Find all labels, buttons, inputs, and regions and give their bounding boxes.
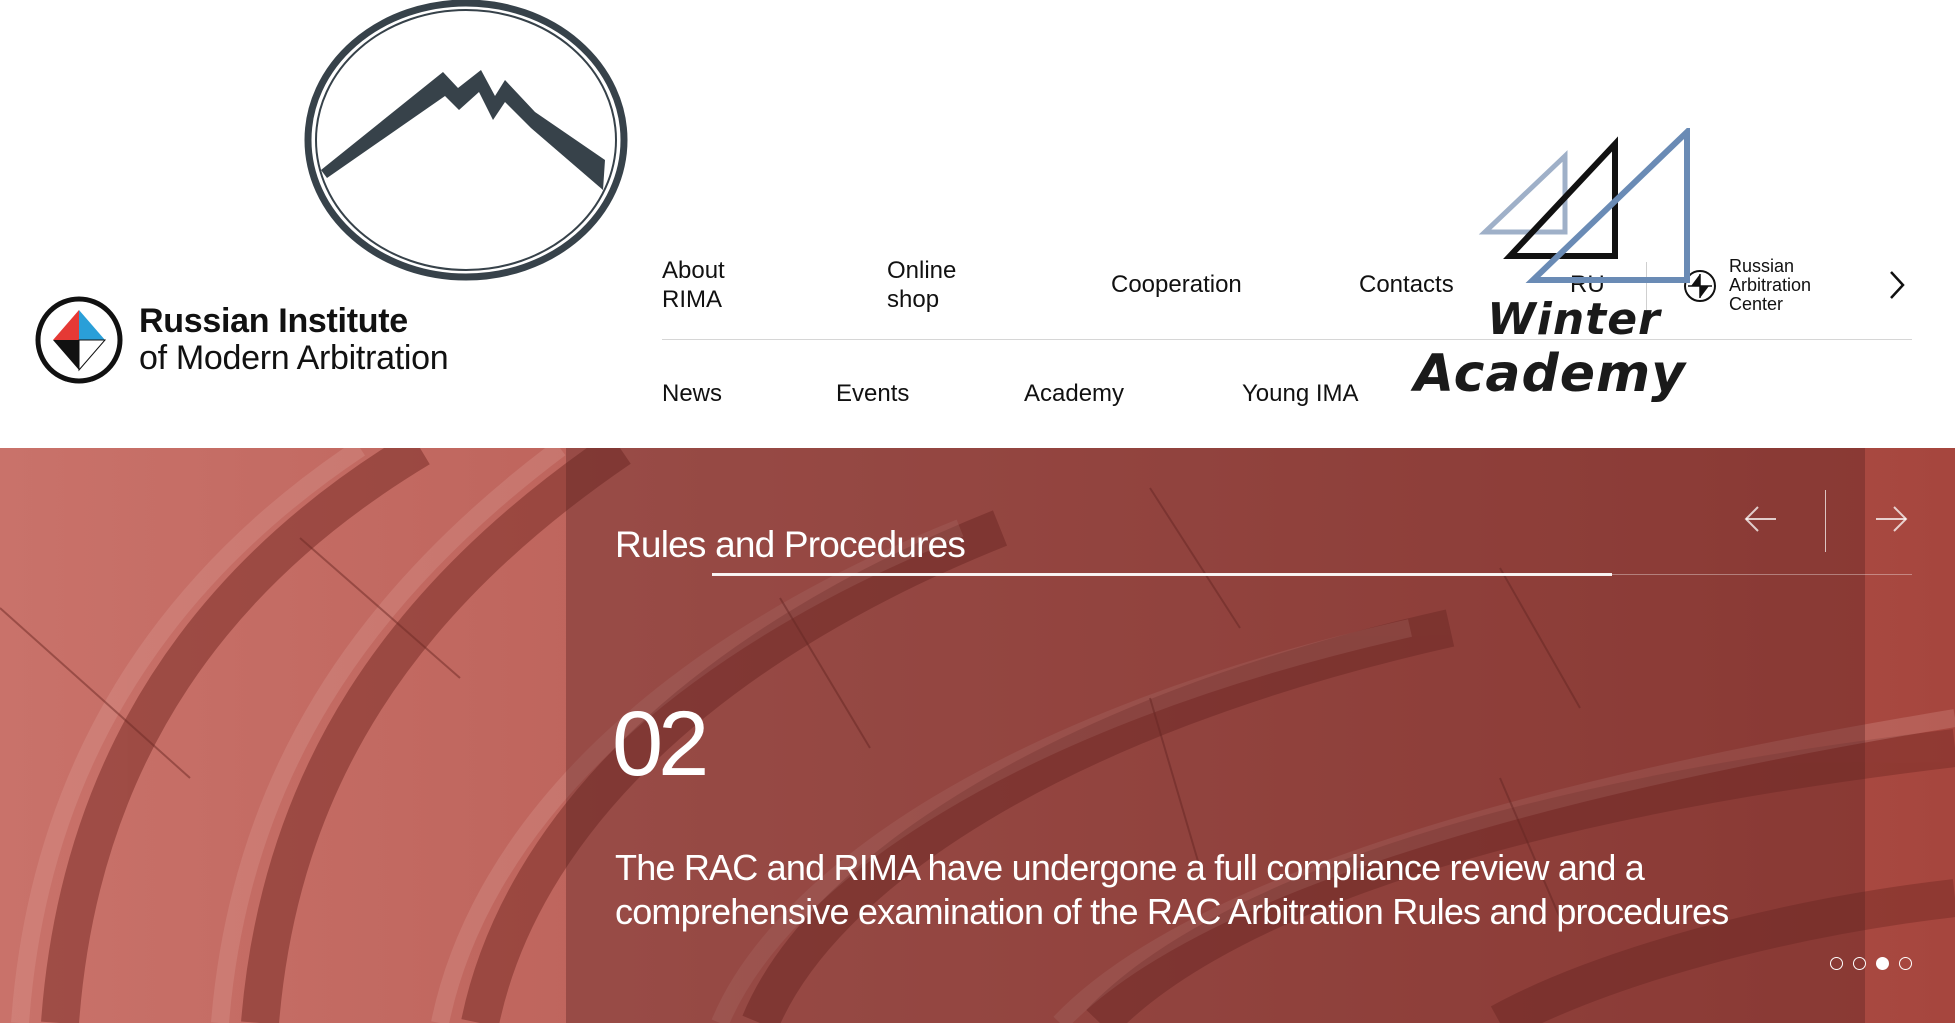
nav-events[interactable]: Events [836, 379, 909, 408]
nav-cooperation-label: Cooperation [1111, 271, 1242, 298]
nav-about-rima[interactable]: About RIMA [662, 256, 725, 314]
russian-arbitration-center-link[interactable]: Russian Arbitration Center [1683, 257, 1811, 314]
rac-label: Russian Arbitration Center [1729, 257, 1811, 314]
arrow-left-icon[interactable] [1740, 498, 1780, 540]
winter-academy-line2: Academy [1413, 344, 1687, 404]
nav-shop-line1: Online [887, 257, 957, 284]
slide-progress-fill [712, 573, 1612, 576]
brand-name-line2: of Modern Arbitration [139, 339, 449, 377]
slide-description: The RAC and RIMA have undergone a full c… [615, 847, 1729, 932]
chevron-right-icon[interactable] [1885, 268, 1909, 302]
nav-cooperation[interactable]: Cooperation [1111, 270, 1242, 299]
brand-name: Russian Institute of Modern Arbitration [139, 302, 449, 377]
brand-name-line1: Russian Institute [139, 302, 408, 340]
nav-young-ima[interactable]: Young IMA [1242, 379, 1359, 408]
slide-pagination [1830, 957, 1922, 970]
slide-dot[interactable] [1853, 957, 1866, 970]
hero-slider: Rules and Procedures 02 The RAC and RIMA… [0, 448, 1955, 1023]
rac-label-line2: Arbitration [1729, 275, 1812, 295]
slide-dot[interactable] [1876, 957, 1889, 970]
mountain-emblem-logo [304, 0, 628, 281]
slide-dot[interactable] [1899, 957, 1912, 970]
nav-about-line1: About [662, 257, 725, 284]
brand[interactable]: Russian Institute of Modern Arbitration [35, 296, 449, 384]
rac-label-line3: Center [1729, 294, 1784, 314]
nav-academy[interactable]: Academy [1024, 379, 1124, 408]
nav-news[interactable]: News [662, 379, 722, 408]
arrow-separator [1825, 490, 1826, 552]
winter-academy-line1: Winter [1487, 294, 1661, 345]
rima-logo-icon [35, 296, 123, 384]
winter-academy-wordmark: Winter Academy [1405, 294, 1695, 404]
rac-label-line1: Russian [1729, 256, 1795, 276]
slide-number: 02 [612, 693, 709, 795]
nav-online-shop[interactable]: Online shop [887, 256, 956, 314]
hero-heading: Rules and Procedures [615, 523, 966, 565]
arrow-right-icon[interactable] [1872, 498, 1912, 540]
nav-divider [662, 339, 1912, 340]
nav-shop-line2: shop [887, 286, 940, 313]
nav-about-line2: RIMA [662, 286, 722, 313]
slide-dot[interactable] [1830, 957, 1843, 970]
site-header: Russian Institute of Modern Arbitration … [0, 0, 1955, 448]
